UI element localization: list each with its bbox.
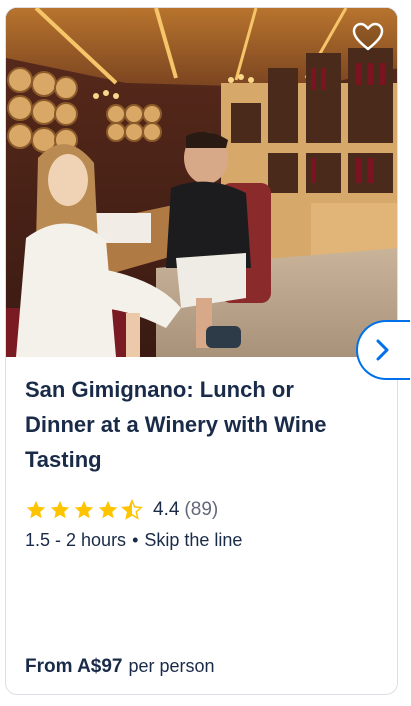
star-icon — [26, 500, 46, 519]
review-count: (89) — [184, 499, 219, 520]
next-button[interactable] — [356, 320, 410, 380]
activity-card[interactable]: San Gimignano: Lunch or Dinner at a Wine… — [5, 7, 398, 695]
activity-details: 1.5 - 2 hours • Skip the line — [25, 530, 242, 551]
price: From A$97 per person — [25, 656, 215, 678]
heart-icon — [352, 22, 384, 51]
activity-title[interactable]: San Gimignano: Lunch or Dinner at a Wine… — [25, 372, 365, 477]
chevron-right-icon — [376, 339, 389, 361]
duration: 1.5 - 2 hours — [25, 530, 127, 550]
wishlist-button[interactable] — [351, 21, 385, 53]
price-amount: From A$97 — [25, 656, 123, 677]
star-icon — [98, 500, 118, 519]
star-rating — [25, 499, 143, 521]
price-unit: per person — [128, 656, 215, 676]
activity-photo[interactable] — [6, 8, 397, 357]
half-star-icon — [121, 499, 143, 520]
separator-dot: • — [132, 530, 139, 550]
rating-value: 4.4 — [153, 499, 180, 520]
rating-row: 4.4 (89) — [25, 495, 218, 525]
star-icon — [50, 500, 70, 519]
skip-the-line-feature: Skip the line — [144, 530, 243, 550]
winery-couple-photo — [6, 8, 397, 357]
star-icon — [74, 500, 94, 519]
